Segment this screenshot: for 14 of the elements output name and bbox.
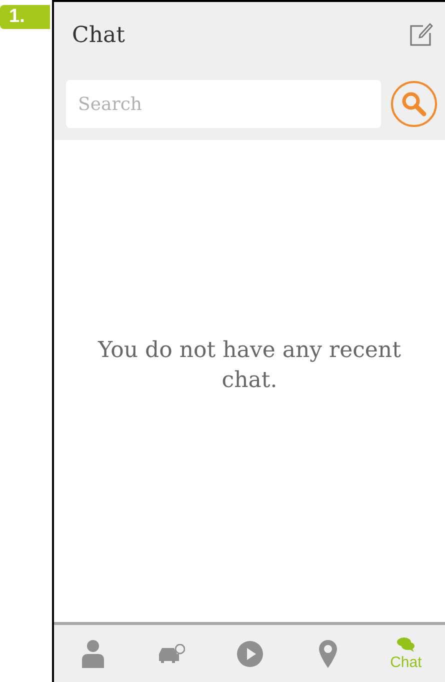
- map-pin-icon: [318, 640, 337, 668]
- person-icon: [81, 640, 106, 668]
- car-icon: [157, 644, 186, 664]
- search-icon: [401, 91, 427, 117]
- chat-bubbles-icon: [396, 636, 415, 652]
- play-icon: [236, 640, 262, 666]
- tab[interactable]: Chat: [366, 632, 445, 674]
- empty-state-message: You do not have any recent chat.: [96, 337, 402, 395]
- screen-title: Chat: [72, 22, 125, 48]
- step-badge: 1.: [0, 5, 50, 29]
- compose-button[interactable]: [409, 23, 433, 47]
- search-field[interactable]: Search: [66, 80, 381, 128]
- search-button[interactable]: [391, 81, 437, 127]
- compose-icon: [409, 23, 433, 47]
